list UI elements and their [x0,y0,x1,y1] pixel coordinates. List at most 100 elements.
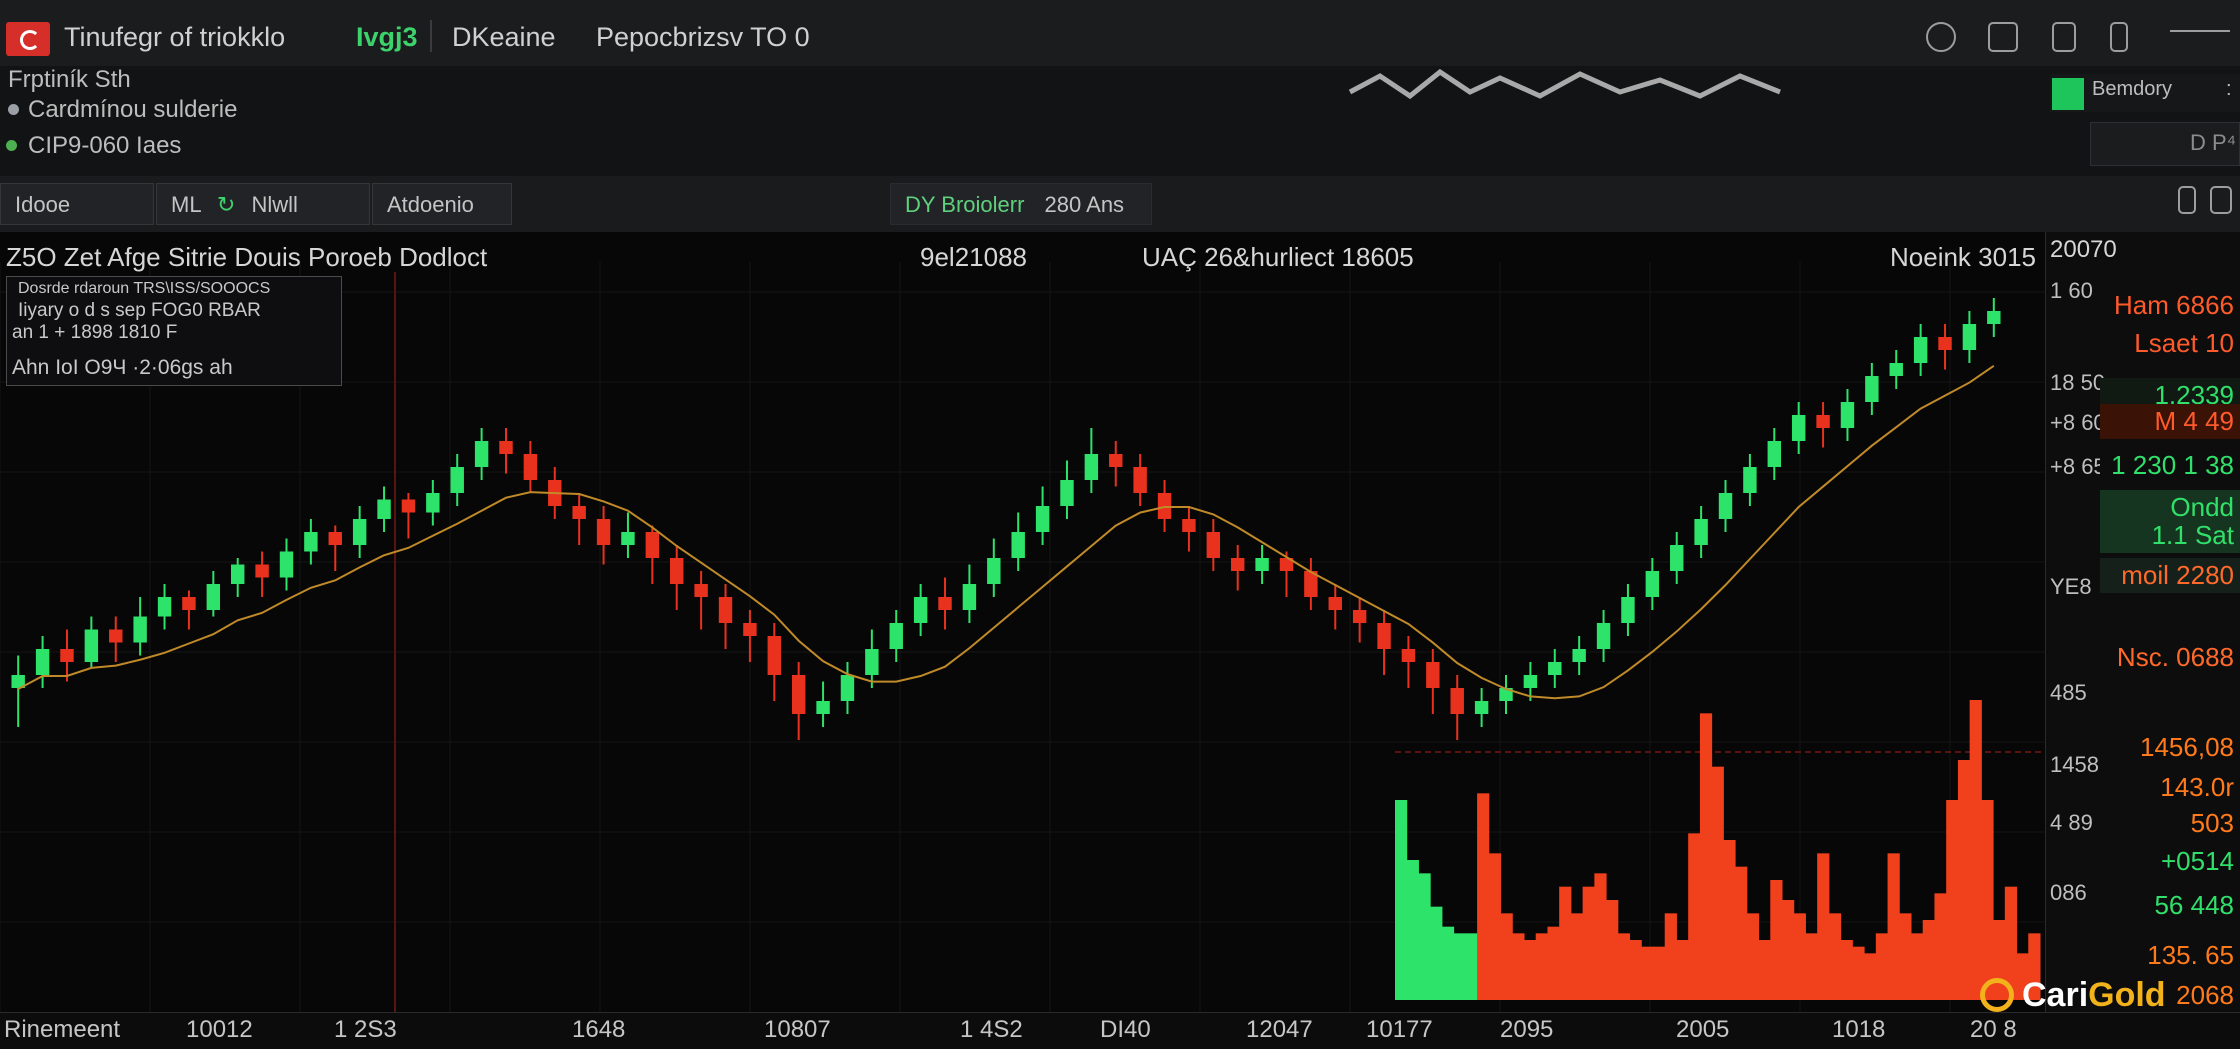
candle-body [157,597,172,617]
broadcast-icon [2052,78,2084,110]
volume-bar [1547,926,1560,1000]
candle-body [572,506,586,519]
volume-bar [1911,933,1924,1000]
candle-body [1133,467,1147,493]
brand-name-white: Cari [2022,976,2089,1014]
candle-body [1596,623,1611,649]
candle-body [1621,597,1635,623]
status-dot-green-icon [6,140,17,151]
volume-bar [1887,853,1900,1000]
price-tag: M 4 49 [2100,404,2240,439]
volume-bar [1453,933,1466,1000]
candle-body [1670,545,1684,571]
y-axis-label: YE8 [2050,574,2092,599]
candle-body [962,584,977,610]
layout-icon[interactable] [1988,22,2018,52]
share-icon[interactable] [2110,22,2128,52]
chart-header-title: Z5O Zet Afge Sitrie Douis Poroeb Dodloct [6,242,488,272]
indicator-tag[interactable]: DY Broiolerr 280 Ans [890,183,1152,225]
candle-body [1060,480,1074,506]
candle-body [596,519,611,545]
volume-bar [1559,886,1572,1000]
price-tag: 135. 65 [2100,938,2240,973]
candle-body [206,584,221,610]
candle-body [1548,662,1562,675]
price-tag: 1.1 Sat [2100,518,2240,553]
info-line-1: Frptiník Sth [8,66,131,93]
interval-button[interactable]: Idooe [0,183,154,225]
candle-body [523,454,538,480]
candle-body [1938,337,1952,350]
volume-bar [1746,913,1760,1000]
candle-body [328,532,342,545]
volume-bar [1793,913,1806,1000]
volume-bar [1512,933,1525,1000]
candle-body [377,499,391,519]
candle-body [60,649,74,662]
candle-body [1840,402,1855,428]
candle-body [1011,532,1025,558]
volume-bar [1699,713,1713,1000]
indicator-button-label-2: Nlwll [251,192,298,217]
alerts-button[interactable]: Atdoenio [372,183,512,225]
candle-body [133,616,147,643]
x-axis-label: Rinemeent [4,1016,121,1043]
candle-body [450,467,464,493]
candle-body [426,493,440,513]
volume-bar [1465,933,1478,1000]
candle-body [694,584,708,597]
fullscreen-icon[interactable] [2178,186,2196,214]
alert-icon[interactable] [1926,22,1956,52]
candle-body [182,597,196,610]
info-line-2: Cardmínou sulderie [28,96,238,123]
volume-bar [1735,866,1748,1000]
volume-bar [1688,833,1701,1000]
x-axis-label: 2095 [1500,1016,1554,1043]
broadcast-button[interactable]: Bemdory [2092,78,2172,101]
volume-bar [1770,880,1783,1000]
indicator-name: DY Broiolerr [905,192,1025,217]
app-logo[interactable] [6,22,50,56]
volume-bar [1758,940,1771,1000]
x-axis-label: 1648 [572,1016,626,1043]
price-tag: +0514 [2100,844,2240,879]
y-axis-label: +8 60 [2050,410,2106,435]
x-axis-label: 2005 [1676,1016,1730,1043]
volume-bar [1957,760,1971,1000]
candle-body [791,675,806,714]
candle-body [743,623,757,636]
tab-pepocbrizsv[interactable]: Pepocbrizsv TO 0 [596,22,810,53]
price-tag: Ham 6866 [2100,288,2240,323]
chart-header-value-3: Noeink 3015 [1890,242,2036,272]
chat-icon[interactable] [2052,22,2076,52]
settings-icon[interactable] [2210,186,2232,214]
candle-body [304,532,318,552]
candle-body [1328,597,1342,610]
candle-body [1791,415,1806,441]
dp-field-value: D P⁴ [2190,130,2237,155]
candle-body [1743,467,1757,493]
volume-bar [1570,913,1584,1000]
candle-body [767,636,781,675]
y-axis-label: 1458 [2050,752,2099,777]
info-line-3: CIP9-060 Iaes [28,132,182,159]
candle-body [1816,415,1830,428]
menu-icon[interactable] [2170,30,2230,52]
window-title: Tinufegr of triokklo [64,22,286,52]
candle-body [645,532,660,558]
tab-dkeaine[interactable]: DKeaine [452,22,556,53]
x-axis-label: 12047 [1246,1016,1313,1043]
volume-bar [1606,900,1619,1000]
price-tag: 143.0r [2100,770,2240,805]
candle-body [816,701,830,714]
volume-bar [1629,940,1642,1000]
candle-body [499,441,513,454]
candle-body [865,649,879,675]
brand-name-gold: Gold [2088,976,2166,1014]
volume-bar [1617,933,1631,1000]
legend-line-2: Iiyary o d s sep FOG0 RBAR [18,300,261,321]
candle-body [1377,623,1391,649]
x-axis-label: 10177 [1366,1016,1433,1043]
indicator-button[interactable]: ML ↻ Nlwll [156,183,370,225]
volume-bar [1782,900,1795,1000]
